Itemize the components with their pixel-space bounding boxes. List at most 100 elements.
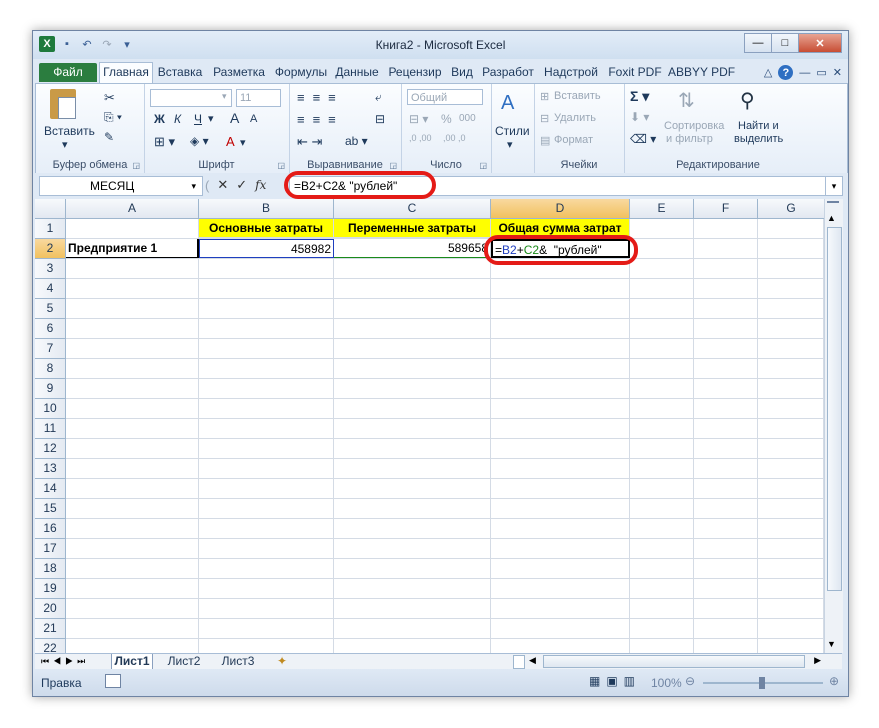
row-header[interactable]: 12 bbox=[35, 439, 66, 459]
delete-cells-icon[interactable]: ⊟ bbox=[540, 112, 549, 125]
row-header[interactable]: 4 bbox=[35, 279, 66, 299]
select-all-corner[interactable] bbox=[35, 199, 66, 219]
scroll-left-icon[interactable]: ◀ bbox=[529, 655, 536, 666]
doc-minimize-icon[interactable]: — bbox=[799, 67, 810, 79]
column-header-b[interactable]: B bbox=[199, 199, 334, 219]
italic-button[interactable]: К bbox=[174, 112, 181, 126]
close-button[interactable]: ✕ bbox=[798, 33, 842, 53]
scroll-down-icon[interactable]: ▼ bbox=[827, 639, 836, 649]
zoom-slider[interactable] bbox=[703, 677, 823, 689]
doc-restore-icon[interactable]: ▭ bbox=[816, 66, 826, 79]
cell-c1[interactable]: Переменные затраты bbox=[334, 219, 491, 238]
paste-icon[interactable] bbox=[50, 89, 76, 119]
font-name-dropdown-icon[interactable]: ▾ bbox=[222, 91, 227, 102]
row-header[interactable]: 15 bbox=[35, 499, 66, 519]
view-buttons-icon[interactable]: ▦▣▥ bbox=[589, 674, 641, 688]
sheet-tab-1[interactable]: Лист1 bbox=[111, 654, 153, 670]
indent-icons[interactable]: ⇤ ⇥ bbox=[297, 134, 322, 150]
tab-formulas[interactable]: Формулы bbox=[272, 63, 330, 82]
row-header[interactable]: 8 bbox=[35, 359, 66, 379]
column-header-e[interactable]: E bbox=[630, 199, 694, 219]
cell-c2[interactable]: 589658 bbox=[334, 239, 491, 258]
wrap-text-icon[interactable]: ⤶ bbox=[375, 90, 382, 105]
minimize-button[interactable]: — bbox=[744, 33, 772, 53]
font-color-icon[interactable]: A bbox=[226, 134, 235, 149]
format-painter-icon[interactable]: ✎ bbox=[104, 130, 114, 144]
clipboard-launcher-icon[interactable]: ◲ bbox=[132, 161, 140, 170]
format-cells-icon[interactable]: ▤ bbox=[540, 134, 550, 147]
copy-icon[interactable]: ⎘ ▾ bbox=[104, 110, 122, 125]
zoom-level[interactable]: 100% bbox=[651, 676, 682, 690]
row-header[interactable]: 2 bbox=[35, 239, 66, 259]
minimize-ribbon-icon[interactable]: △ bbox=[764, 66, 772, 79]
sheet-tab-3[interactable]: Лист3 bbox=[217, 654, 259, 669]
row-header[interactable]: 19 bbox=[35, 579, 66, 599]
find-select-icon[interactable]: ⚲ bbox=[740, 88, 755, 113]
sort-filter-icon[interactable]: ⇅ bbox=[678, 88, 695, 113]
font-size-input[interactable]: 11 bbox=[236, 89, 281, 107]
styles-button[interactable]: Стили bbox=[495, 124, 530, 138]
formula-bar-resize-icon[interactable]: ( bbox=[205, 178, 209, 193]
find-select-button[interactable]: Найти и bbox=[738, 120, 779, 132]
worksheet-grid[interactable]: A B C D E F G 1 2 3 4 5 6 7 8 9 10 11 12 13 14 15 16 17 1… bbox=[35, 199, 825, 659]
underline-button[interactable]: Ч bbox=[194, 112, 202, 126]
formula-expand-icon[interactable]: ▾ bbox=[825, 176, 843, 196]
split-handle-icon[interactable] bbox=[827, 201, 839, 211]
shrink-font-button[interactable]: A bbox=[250, 113, 257, 125]
maximize-button[interactable]: □ bbox=[771, 33, 799, 53]
font-launcher-icon[interactable]: ◲ bbox=[277, 161, 285, 170]
row-header[interactable]: 13 bbox=[35, 459, 66, 479]
row-header[interactable]: 10 bbox=[35, 399, 66, 419]
tab-view[interactable]: Вид bbox=[448, 63, 476, 82]
zoom-out-icon[interactable]: ⊖ bbox=[685, 674, 695, 688]
vertical-scroll-thumb[interactable] bbox=[827, 227, 842, 591]
vertical-align-icons[interactable]: ≡≡≡ bbox=[297, 90, 344, 105]
alignment-launcher-icon[interactable]: ◲ bbox=[389, 161, 397, 170]
tab-foxit-pdf[interactable]: Foxit PDF bbox=[604, 63, 666, 82]
help-icon[interactable]: ? bbox=[778, 65, 794, 80]
number-launcher-icon[interactable]: ◲ bbox=[479, 161, 487, 170]
decrease-decimal-button[interactable]: ,00 ,0 bbox=[443, 134, 473, 143]
font-color-dropdown-icon[interactable]: ▾ bbox=[240, 136, 246, 149]
cancel-formula-icon[interactable]: ✕ bbox=[217, 177, 228, 193]
row-header[interactable]: 21 bbox=[35, 619, 66, 639]
zoom-slider-thumb[interactable] bbox=[759, 677, 765, 689]
row-header[interactable]: 5 bbox=[35, 299, 66, 319]
zoom-in-icon[interactable]: ⊕ bbox=[829, 674, 839, 688]
row-header[interactable]: 16 bbox=[35, 519, 66, 539]
styles-dropdown-icon[interactable]: ▾ bbox=[507, 138, 513, 151]
font-name-input[interactable] bbox=[150, 89, 232, 107]
find-select-button-line2[interactable]: выделить bbox=[734, 133, 783, 145]
row-header[interactable]: 9 bbox=[35, 379, 66, 399]
tab-addins[interactable]: Надстрой bbox=[540, 63, 602, 82]
grow-font-button[interactable]: A bbox=[230, 110, 239, 126]
styles-icon[interactable]: A bbox=[501, 92, 514, 115]
tab-abbyy-pdf[interactable]: ABBYY PDF bbox=[668, 63, 735, 82]
horizontal-scrollbar[interactable]: ◀ ▶ bbox=[527, 654, 823, 669]
horizontal-align-icons[interactable]: ≡≡≡ bbox=[297, 112, 344, 127]
row-header[interactable]: 1 bbox=[35, 219, 66, 239]
column-header-f[interactable]: F bbox=[694, 199, 758, 219]
row-header[interactable]: 7 bbox=[35, 339, 66, 359]
increase-decimal-button[interactable]: ,0 ,00 bbox=[409, 134, 439, 143]
insert-cells-button[interactable]: Вставить bbox=[554, 90, 601, 102]
underline-dropdown-icon[interactable]: ▾ bbox=[208, 112, 214, 125]
column-header-d[interactable]: D bbox=[491, 199, 630, 219]
new-sheet-icon[interactable]: ✦ bbox=[271, 654, 293, 669]
name-box[interactable]: МЕСЯЦ ▾ bbox=[39, 176, 203, 196]
row-header[interactable]: 6 bbox=[35, 319, 66, 339]
vertical-scrollbar[interactable]: ▲ ▼ bbox=[824, 199, 843, 653]
tab-insert[interactable]: Вставка bbox=[154, 63, 206, 82]
horizontal-scroll-thumb[interactable] bbox=[543, 655, 805, 668]
bold-button[interactable]: Ж bbox=[154, 112, 165, 126]
tab-split-handle[interactable] bbox=[513, 655, 525, 669]
row-header[interactable]: 17 bbox=[35, 539, 66, 559]
sheet-nav-icons[interactable]: ⏮◀▶⏭ bbox=[41, 654, 89, 669]
insert-function-button[interactable]: fx bbox=[255, 178, 266, 192]
tab-home[interactable]: Главная bbox=[99, 62, 153, 83]
cell-a2[interactable]: Предприятие 1 bbox=[66, 239, 199, 258]
number-format-select[interactable]: Общий bbox=[407, 89, 483, 105]
doc-close-icon[interactable]: ✕ bbox=[833, 66, 842, 79]
macro-record-icon[interactable] bbox=[105, 674, 121, 688]
tab-review[interactable]: Рецензир bbox=[384, 63, 446, 82]
